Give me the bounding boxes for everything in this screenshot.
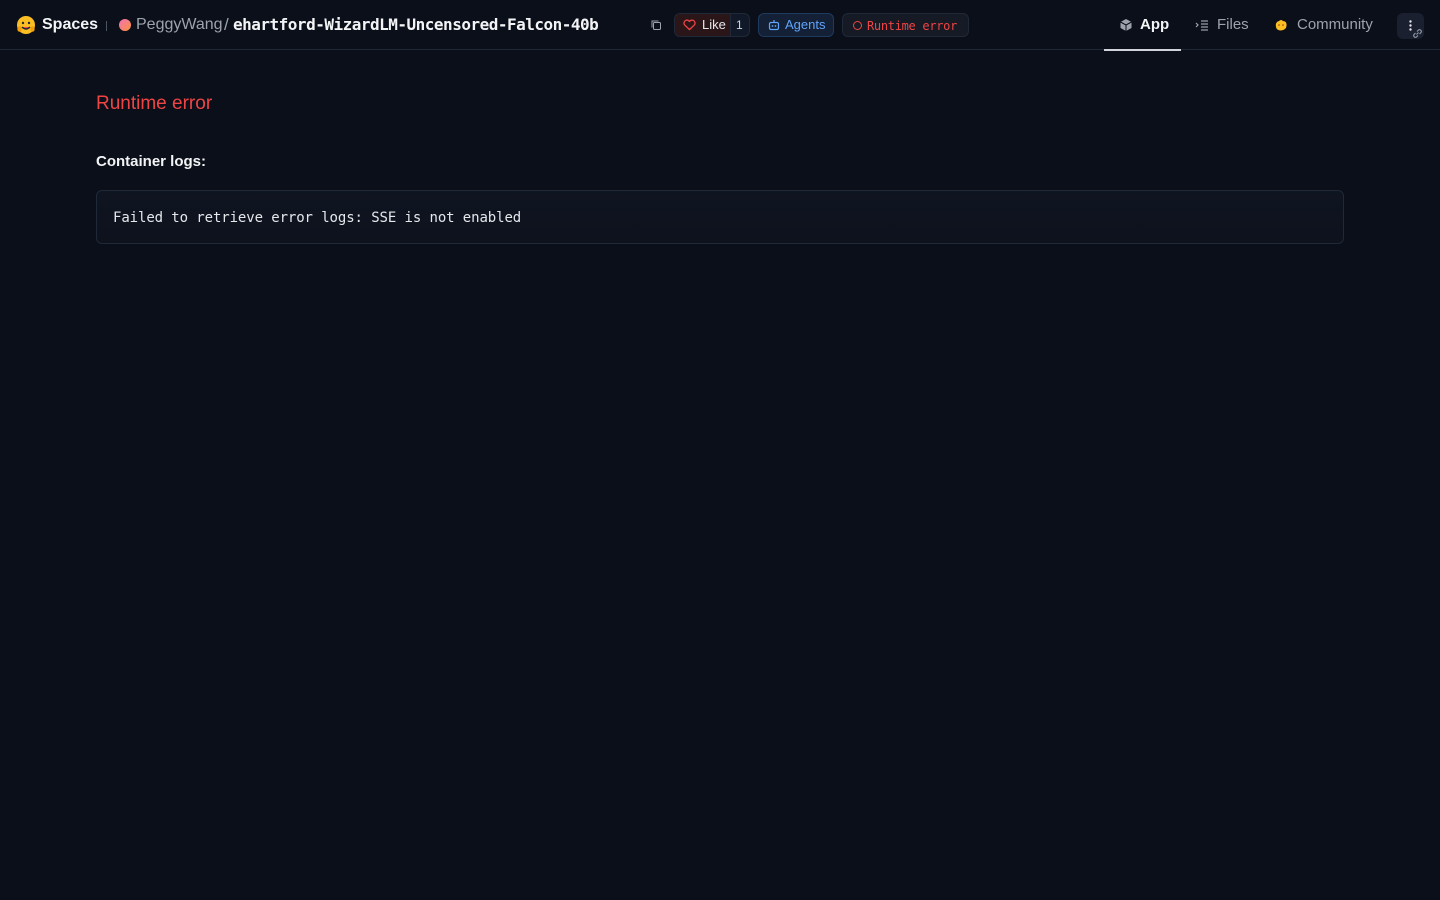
active-tab-indicator [1104, 49, 1181, 51]
agents-button[interactable]: Agents [758, 13, 834, 37]
divider [106, 21, 107, 31]
top-navbar: Spaces PeggyWang / ehartford-WizardLM-Un… [0, 0, 1440, 51]
heart-icon [683, 19, 696, 31]
space-name-link[interactable]: ehartford-WizardLM-Uncensored-Falcon-40b [233, 15, 599, 35]
log-text: Failed to retrieve error logs: SSE is no… [113, 210, 522, 226]
tab-label: Files [1217, 16, 1249, 33]
error-circle-icon [853, 21, 862, 30]
error-title: Runtime error [96, 93, 213, 114]
spaces-link[interactable]: Spaces [42, 15, 98, 35]
owner-link[interactable]: PeggyWang [136, 15, 223, 35]
like-button[interactable]: Like [675, 14, 731, 36]
like-count[interactable]: 1 [736, 17, 743, 33]
tab-community[interactable]: Community [1262, 0, 1386, 50]
tab-label: Community [1297, 16, 1373, 33]
robot-icon [768, 20, 780, 31]
logs-heading: Container logs: [96, 153, 207, 170]
status-label: Runtime error [867, 19, 958, 33]
like-group: Like 1 [674, 13, 750, 37]
copy-icon[interactable] [650, 19, 662, 31]
tab-app[interactable]: App [1104, 0, 1181, 51]
agents-label: Agents [785, 17, 826, 32]
tab-files[interactable]: Files [1181, 0, 1259, 50]
community-icon [1275, 20, 1287, 31]
path-separator: / [224, 15, 229, 34]
hugging-face-logo-icon[interactable] [16, 15, 36, 35]
link-icon [1413, 29, 1422, 38]
owner-avatar [119, 19, 131, 31]
tab-label: App [1140, 16, 1170, 33]
like-label: Like [702, 17, 726, 32]
container-logs-box[interactable]: Failed to retrieve error logs: SSE is no… [96, 190, 1344, 244]
status-badge[interactable]: Runtime error [842, 13, 969, 37]
cube-icon [1120, 19, 1132, 31]
files-icon [1195, 20, 1208, 31]
